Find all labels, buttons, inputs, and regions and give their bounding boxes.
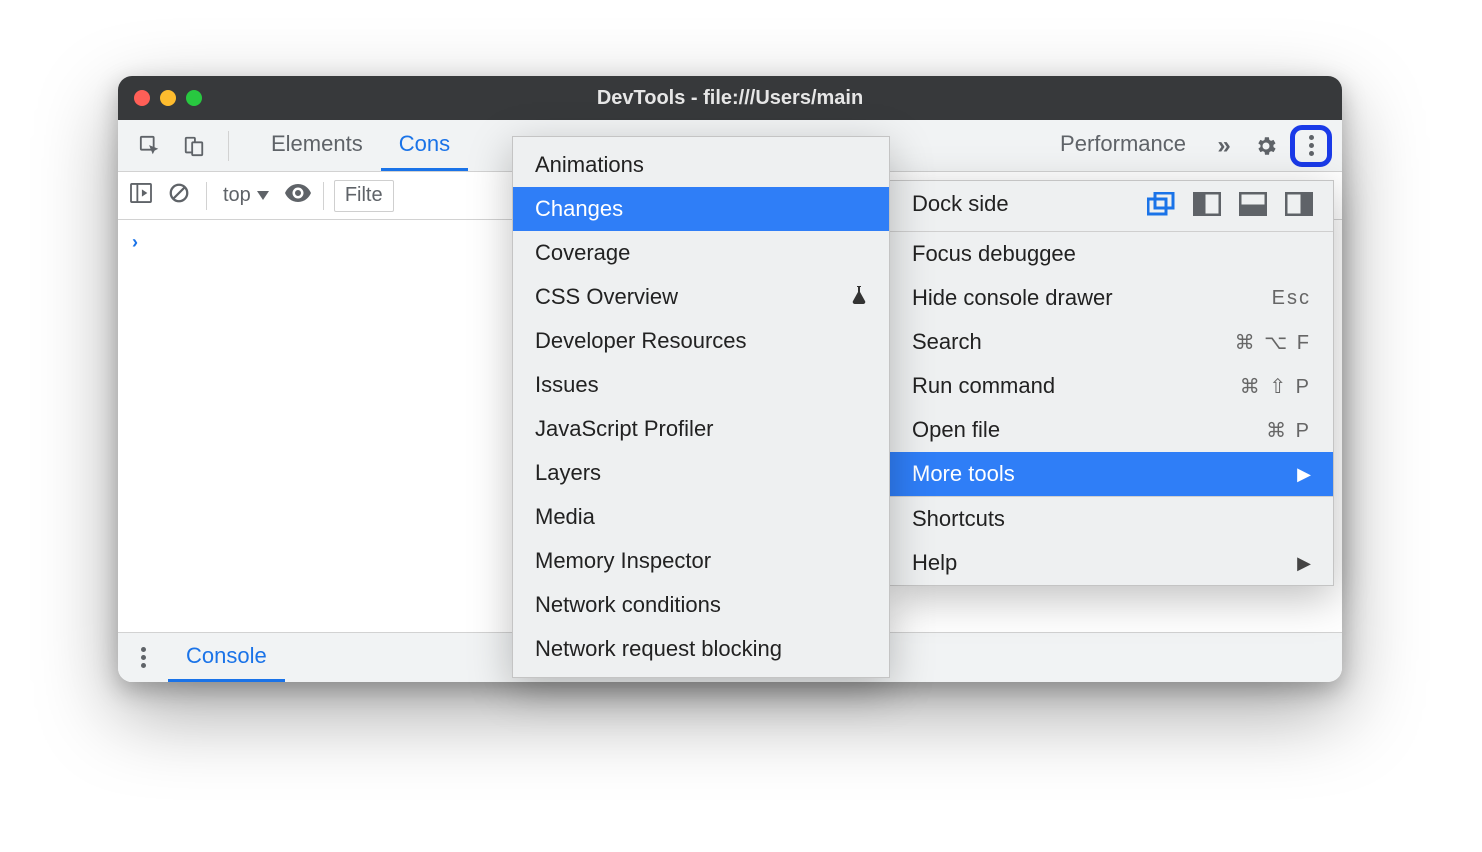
dropdown-caret-icon bbox=[257, 191, 269, 200]
submenu-item[interactable]: Animations bbox=[513, 143, 889, 187]
more-tabs-chevron-icon[interactable]: » bbox=[1206, 132, 1242, 160]
menu-item-shortcut: ⌘ ⇧ P bbox=[1240, 374, 1311, 399]
dockside-label: Dock side bbox=[912, 191, 1133, 217]
submenu-item-label: Memory Inspector bbox=[535, 548, 867, 574]
dock-undock-icon[interactable] bbox=[1147, 192, 1175, 216]
menu-item-label: Focus debuggee bbox=[912, 241, 1311, 267]
menu-focus-debuggee[interactable]: Focus debuggee bbox=[890, 232, 1333, 276]
submenu-arrow-icon: ▶ bbox=[1297, 464, 1311, 485]
zoom-window-button[interactable] bbox=[186, 90, 202, 106]
kebab-menu-button[interactable] bbox=[1290, 125, 1332, 167]
tab-elements[interactable]: Elements bbox=[253, 120, 381, 171]
settings-gear-icon[interactable] bbox=[1248, 134, 1284, 158]
kebab-icon bbox=[1309, 135, 1314, 156]
menu-item-label: More tools bbox=[912, 461, 1297, 487]
traffic-lights bbox=[134, 90, 202, 106]
submenu-item-label: Developer Resources bbox=[535, 328, 867, 354]
titlebar: DevTools - file:///Users/main bbox=[118, 76, 1342, 120]
submenu-item[interactable]: JavaScript Profiler bbox=[513, 407, 889, 451]
submenu-item[interactable]: Network conditions bbox=[513, 583, 889, 627]
tab-label: Cons bbox=[399, 131, 450, 157]
experiment-flask-icon bbox=[851, 284, 867, 310]
tab-label: Performance bbox=[1060, 131, 1186, 157]
tab-performance[interactable]: Performance bbox=[1060, 131, 1200, 160]
window-title: DevTools - file:///Users/main bbox=[118, 87, 1342, 110]
main-menu: Dock side bbox=[889, 180, 1334, 586]
context-select[interactable]: top bbox=[217, 184, 275, 207]
dock-left-icon[interactable] bbox=[1193, 192, 1221, 216]
inspect-element-icon[interactable] bbox=[132, 120, 168, 171]
separator bbox=[228, 131, 229, 161]
submenu-item-label: Media bbox=[535, 504, 867, 530]
drawer-kebab-icon[interactable] bbox=[128, 633, 158, 682]
menu-item-shortcut: Esc bbox=[1272, 287, 1311, 310]
filter-placeholder: Filte bbox=[345, 184, 383, 207]
submenu-item-label: Layers bbox=[535, 460, 867, 486]
drawer-tab-console[interactable]: Console bbox=[168, 633, 285, 682]
menu-more-tools[interactable]: More tools ▶ bbox=[890, 452, 1333, 496]
submenu-item-label: Coverage bbox=[535, 240, 867, 266]
submenu-item[interactable]: Coverage bbox=[513, 231, 889, 275]
main-tabs: Elements Cons bbox=[253, 120, 468, 171]
menu-item-label: Hide console drawer bbox=[912, 285, 1272, 311]
device-toolbar-icon[interactable] bbox=[176, 120, 212, 171]
context-select-value: top bbox=[223, 184, 251, 207]
separator bbox=[206, 182, 207, 210]
submenu-item-label: Network conditions bbox=[535, 592, 867, 618]
more-tools-submenu: Animations Changes Coverage CSS Overview Dev… bbox=[512, 136, 890, 678]
submenu-item[interactable]: Issues bbox=[513, 363, 889, 407]
menu-item-label: Run command bbox=[912, 373, 1240, 399]
dockside-row: Dock side bbox=[890, 181, 1333, 231]
submenu-item-label: Network request blocking bbox=[535, 636, 867, 662]
close-window-button[interactable] bbox=[134, 90, 150, 106]
menu-shortcuts[interactable]: Shortcuts bbox=[890, 497, 1333, 541]
menu-item-label: Help bbox=[912, 550, 1297, 576]
submenu-item[interactable]: Media bbox=[513, 495, 889, 539]
menu-item-label: Shortcuts bbox=[912, 506, 1311, 532]
submenu-item[interactable]: CSS Overview bbox=[513, 275, 889, 319]
menu-help[interactable]: Help ▶ bbox=[890, 541, 1333, 585]
submenu-item-label: Changes bbox=[535, 196, 867, 222]
submenu-item-label: Animations bbox=[535, 152, 867, 178]
menu-item-label: Search bbox=[912, 329, 1235, 355]
dock-right-icon[interactable] bbox=[1285, 192, 1313, 216]
dock-bottom-icon[interactable] bbox=[1239, 192, 1267, 216]
submenu-item-label: JavaScript Profiler bbox=[535, 416, 867, 442]
submenu-item-label: CSS Overview bbox=[535, 284, 845, 310]
drawer-tab-label: Console bbox=[186, 643, 267, 669]
submenu-item-label: Issues bbox=[535, 372, 867, 398]
clear-console-icon[interactable] bbox=[168, 182, 196, 209]
minimize-window-button[interactable] bbox=[160, 90, 176, 106]
menu-open-file[interactable]: Open file ⌘ P bbox=[890, 408, 1333, 452]
separator bbox=[323, 182, 324, 210]
submenu-item[interactable]: Network request blocking bbox=[513, 627, 889, 671]
menu-hide-console-drawer[interactable]: Hide console drawer Esc bbox=[890, 276, 1333, 320]
live-expression-eye-icon[interactable] bbox=[285, 184, 313, 207]
submenu-item[interactable]: Layers bbox=[513, 451, 889, 495]
tab-console[interactable]: Cons bbox=[381, 120, 468, 171]
toggle-sidebar-icon[interactable] bbox=[130, 183, 158, 208]
menu-run-command[interactable]: Run command ⌘ ⇧ P bbox=[890, 364, 1333, 408]
submenu-item[interactable]: Developer Resources bbox=[513, 319, 889, 363]
menu-item-label: Open file bbox=[912, 417, 1266, 443]
submenu-arrow-icon: ▶ bbox=[1297, 553, 1311, 574]
menu-item-shortcut: ⌘ P bbox=[1266, 418, 1311, 443]
menu-search[interactable]: Search ⌘ ⌥ F bbox=[890, 320, 1333, 364]
menu-item-shortcut: ⌘ ⌥ F bbox=[1235, 330, 1311, 355]
submenu-item[interactable]: Memory Inspector bbox=[513, 539, 889, 583]
submenu-item[interactable]: Changes bbox=[513, 187, 889, 231]
filter-input[interactable]: Filte bbox=[334, 180, 394, 212]
tab-label: Elements bbox=[271, 131, 363, 157]
console-prompt-caret-icon: › bbox=[132, 232, 138, 252]
